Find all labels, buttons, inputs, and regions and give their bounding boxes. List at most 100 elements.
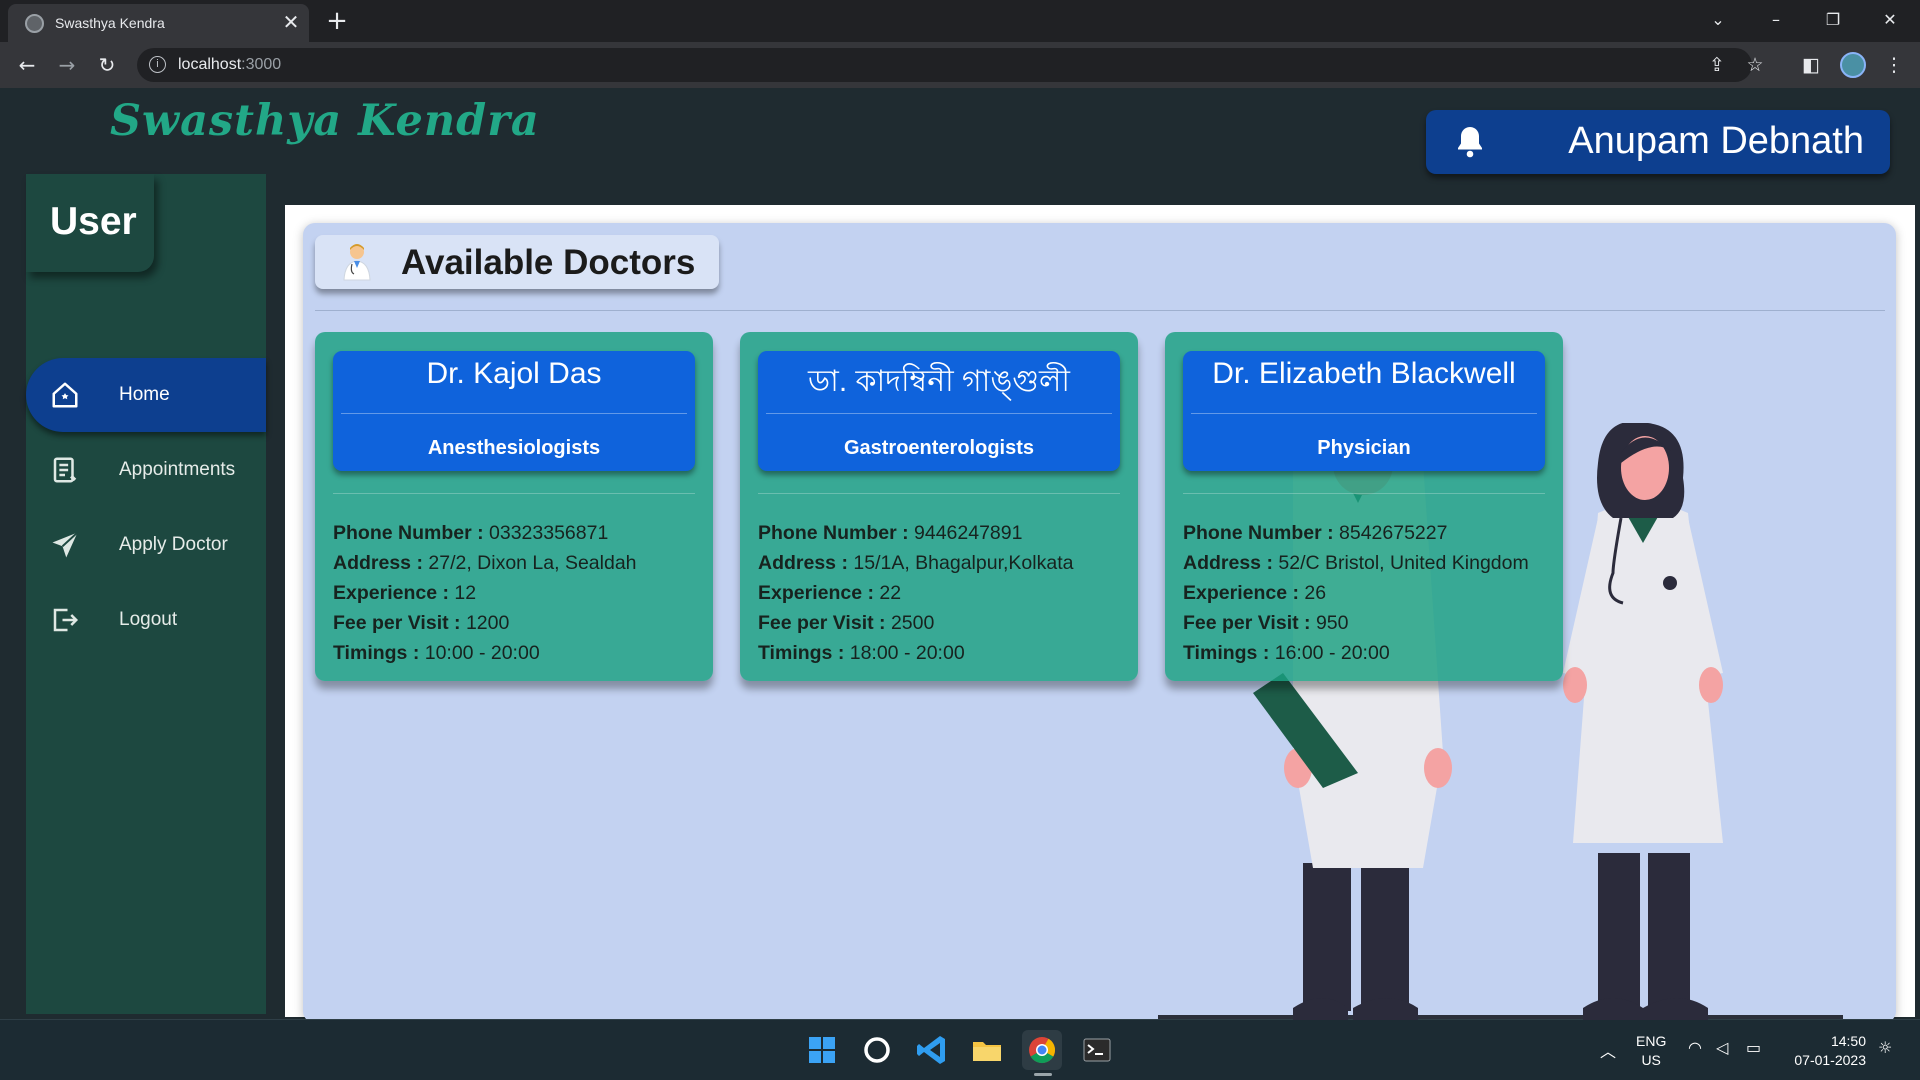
bell-icon[interactable] [1452, 124, 1488, 160]
restore-button[interactable]: ❐ [1813, 4, 1853, 36]
sidebar-item-label: Apply Doctor [119, 534, 228, 555]
wifi-icon[interactable]: ◠ [1688, 1038, 1702, 1057]
doctor-name: Dr. Elizabeth Blackwell [1212, 357, 1516, 390]
tab-title: Swasthya Kendra [55, 15, 165, 31]
terminal-icon[interactable] [1077, 1030, 1117, 1070]
phone-row: Phone Number : 9446247891 [758, 518, 1073, 548]
card-divider [1183, 493, 1545, 494]
card-divider [758, 493, 1120, 494]
timings-row: Timings : 18:00 - 20:00 [758, 638, 1073, 668]
windows-start-icon[interactable] [802, 1030, 842, 1070]
reload-icon[interactable]: ↻ [91, 49, 123, 81]
chrome-icon[interactable] [1022, 1030, 1062, 1070]
site-info-icon[interactable]: i [149, 56, 166, 73]
brand-logo[interactable]: Swasthya Kendra [110, 96, 540, 146]
doctor-card-header: Dr. Kajol Das Anesthesiologists [333, 351, 695, 471]
page-title: Available Doctors [401, 243, 696, 282]
address-row: Address : 52/C Bristol, United Kingdom [1183, 548, 1529, 578]
card-header-divider [341, 413, 687, 414]
region-code: US [1641, 1052, 1661, 1068]
clock-time: 14:50 [1830, 1033, 1866, 1049]
main-content-frame: Available Doctors Dr. Kajol Das Anesthes… [285, 205, 1915, 1023]
close-window-button[interactable]: ✕ [1870, 4, 1910, 36]
experience-value: 26 [1304, 582, 1327, 604]
fee-value: 1200 [465, 612, 510, 634]
new-tab-button[interactable]: + [322, 6, 352, 36]
sidebar-item-label: Home [119, 384, 170, 405]
terminal-logo-icon [1083, 1038, 1111, 1062]
doctor-details: Phone Number : 9446247891 Address : 15/1… [758, 518, 1073, 668]
timings-label: Timings : [758, 642, 845, 664]
bookmark-star-icon[interactable]: ☆ [1741, 51, 1769, 79]
url-port: :3000 [241, 56, 282, 73]
card-divider [333, 493, 695, 494]
experience-value: 22 [879, 582, 902, 604]
battery-icon[interactable]: ▭ [1746, 1038, 1761, 1057]
file-explorer-icon[interactable] [967, 1030, 1007, 1070]
doctor-name: ডা. কাদম্বিনী গাঙ্গুলী [808, 365, 1070, 398]
phone-row: Phone Number : 03323356871 [333, 518, 637, 548]
timings-value: 16:00 - 20:00 [1274, 642, 1390, 664]
cortana-icon[interactable] [857, 1030, 897, 1070]
share-icon[interactable]: ⇪ [1703, 51, 1731, 79]
phone-value: 03323356871 [489, 522, 609, 544]
fee-row: Fee per Visit : 950 [1183, 608, 1529, 638]
doctor-card[interactable]: Dr. Kajol Das Anesthesiologists Phone Nu… [315, 332, 713, 681]
doctor-card[interactable]: ডা. কাদম্বিনী গাঙ্গুলী Gastroenterologis… [740, 332, 1138, 681]
vscode-logo-icon [917, 1036, 945, 1064]
sidebar-item-appointments[interactable]: Appointments [26, 433, 266, 507]
minimize-button[interactable]: – [1756, 4, 1796, 36]
back-icon[interactable]: ← [11, 49, 43, 81]
active-app-indicator [1034, 1073, 1052, 1076]
experience-label: Experience : [1183, 582, 1299, 604]
folder-icon [973, 1042, 1001, 1061]
address-row: Address : 15/1A, Bhagalpur,Kolkata [758, 548, 1073, 578]
sidebar-item-home[interactable]: Home [26, 358, 266, 432]
sidebar-item-label: Appointments [119, 459, 236, 480]
sidebar-item-logout[interactable]: Logout [26, 583, 266, 657]
side-panel-icon[interactable]: ◧ [1797, 51, 1825, 79]
address-label: Address : [1183, 552, 1273, 574]
doctor-details: Phone Number : 8542675227 Address : 52/C… [1183, 518, 1529, 668]
language-indicator[interactable]: ENG US [1636, 1032, 1666, 1070]
volume-icon[interactable]: ◁ [1716, 1038, 1728, 1057]
system-clock[interactable]: 14:50 07-01-2023 [1780, 1032, 1866, 1070]
timings-label: Timings : [1183, 642, 1270, 664]
app-root: Swasthya Kendra Anupam Debnath User Home [0, 88, 1920, 1023]
language-code: ENG [1636, 1033, 1667, 1049]
experience-label: Experience : [333, 582, 449, 604]
vscode-icon[interactable] [912, 1030, 952, 1070]
windows-taskbar: ︿ ENG US ◠ ◁ ▭ 14:50 07-01-2023 ☼ [0, 1019, 1920, 1080]
menu-kebab-icon[interactable]: ⋮ [1880, 51, 1908, 79]
browser-tab[interactable]: Swasthya Kendra ✕ [8, 4, 309, 42]
experience-row: Experience : 26 [1183, 578, 1529, 608]
timings-row: Timings : 10:00 - 20:00 [333, 638, 637, 668]
tab-close-icon[interactable]: ✕ [278, 9, 304, 35]
phone-label: Phone Number : [758, 522, 909, 544]
notification-icon[interactable]: ☼ [1878, 1038, 1892, 1057]
clock-date: 07-01-2023 [1794, 1052, 1866, 1068]
address-label: Address : [758, 552, 848, 574]
user-name: Anupam Debnath [1568, 120, 1864, 162]
sidebar-item-label: Logout [119, 609, 178, 630]
home-icon [52, 382, 78, 408]
address-bar[interactable]: i localhost:3000 ⇪ ☆ [137, 48, 1764, 82]
profile-avatar[interactable] [1840, 52, 1866, 78]
fee-row: Fee per Visit : 2500 [758, 608, 1073, 638]
favicon-icon [25, 14, 44, 33]
sidebar-item-apply-doctor[interactable]: Apply Doctor [26, 508, 266, 582]
fee-label: Fee per Visit : [333, 612, 461, 634]
experience-row: Experience : 22 [758, 578, 1073, 608]
address-value: 27/2, Dixon La, Sealdah [428, 552, 637, 574]
doctor-card[interactable]: Dr. Elizabeth Blackwell Physician Phone … [1165, 332, 1563, 681]
tray-overflow-icon[interactable]: ︿ [1600, 1038, 1616, 1062]
doctor-emoji-icon [343, 244, 371, 281]
tab-search-icon[interactable]: ⌄ [1698, 4, 1738, 36]
fee-value: 950 [1315, 612, 1349, 634]
browser-toolbar: ← → ↻ i localhost:3000 ⇪ ☆ ◧ ⋮ [0, 42, 1920, 88]
circle-icon [864, 1037, 890, 1063]
user-chip[interactable]: Anupam Debnath [1426, 110, 1890, 174]
browser-tab-strip: Swasthya Kendra ✕ + ⌄ – ❐ ✕ [0, 0, 1920, 42]
phone-label: Phone Number : [1183, 522, 1334, 544]
forward-icon[interactable]: → [51, 49, 83, 81]
